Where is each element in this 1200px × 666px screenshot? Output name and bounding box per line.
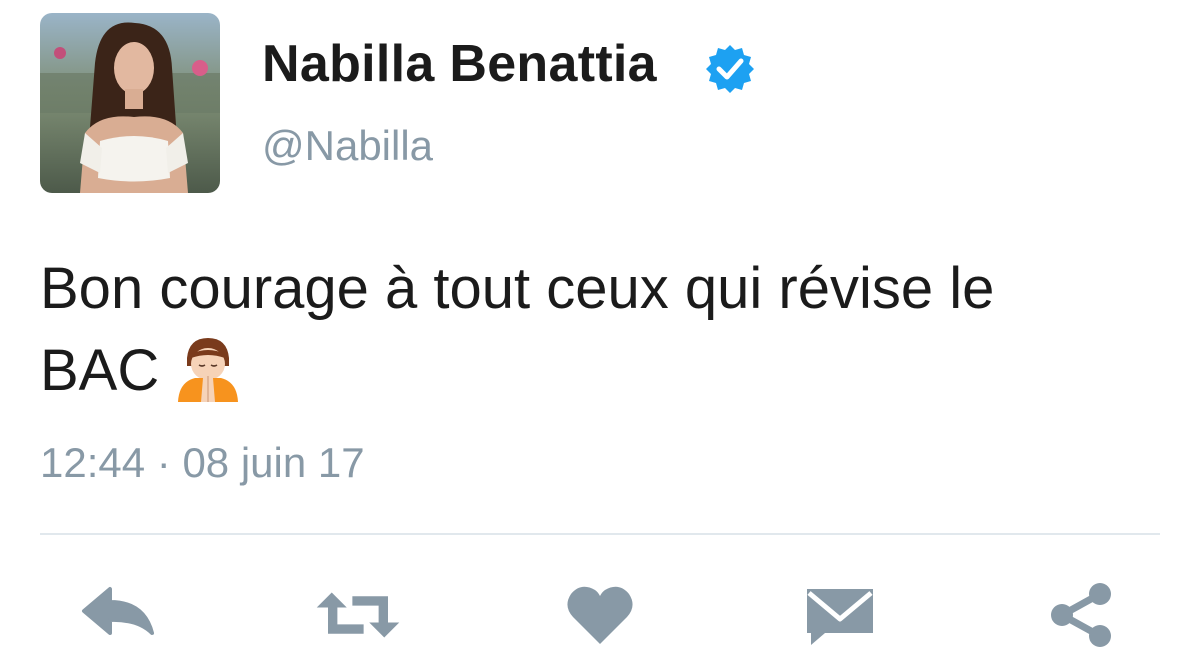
retweet-icon: [316, 592, 400, 638]
heart-icon: [567, 586, 633, 644]
reply-icon: [82, 587, 154, 635]
divider: [40, 533, 1160, 535]
tweet-text-line1: Bon courage à tout ceux qui révise le: [40, 256, 995, 321]
retweet-button[interactable]: [313, 570, 403, 660]
message-icon: [807, 589, 873, 645]
verified-badge-icon: [706, 45, 754, 93]
tweet-text-line2-text: BAC: [40, 338, 160, 403]
tweet-card: Nabilla Benattia @Nabilla Bon courage à …: [0, 0, 1200, 666]
reply-button[interactable]: [75, 570, 165, 660]
tweet-timestamp[interactable]: 12:44 · 08 juin 17: [40, 438, 365, 488]
user-name[interactable]: Nabilla Benattia: [262, 35, 657, 93]
tweet-time: 12:44: [40, 439, 146, 486]
profile-photo-icon: [40, 13, 220, 193]
avatar[interactable]: [40, 13, 220, 193]
tweet-actions: [0, 570, 1200, 660]
tweet-text: Bon courage à tout ceux qui révise le BA…: [40, 248, 1170, 412]
tweet-text-line2: BAC: [40, 330, 1170, 412]
direct-message-button[interactable]: [795, 570, 885, 660]
timestamp-separator: ·: [156, 439, 171, 486]
person-with-folded-hands-emoji-icon: [178, 337, 239, 402]
like-button[interactable]: [555, 570, 645, 660]
user-handle[interactable]: @Nabilla: [262, 121, 433, 171]
share-icon: [1051, 583, 1111, 647]
tweet-date: 08 juin 17: [182, 439, 365, 486]
share-button[interactable]: [1036, 570, 1126, 660]
